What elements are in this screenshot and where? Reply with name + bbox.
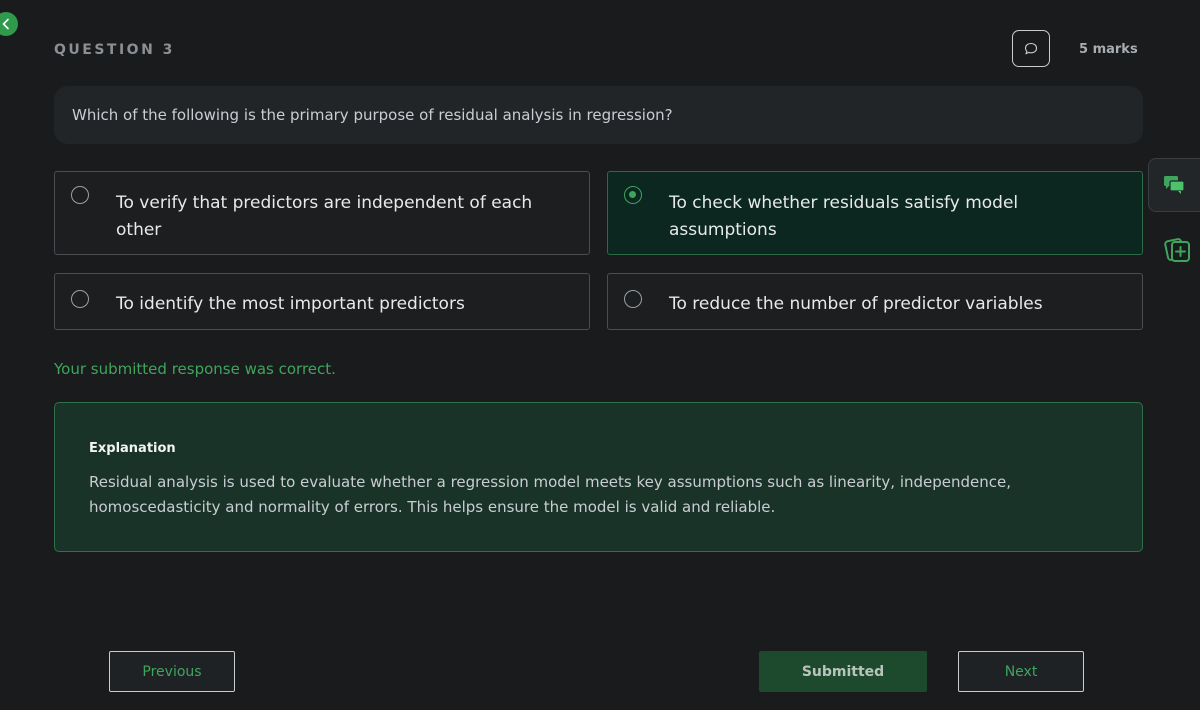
marks-label: 5 marks bbox=[1079, 42, 1138, 57]
option-d[interactable]: To reduce the number of predictor variab… bbox=[607, 273, 1143, 330]
chat-icon bbox=[1164, 176, 1185, 194]
radio-option-d[interactable] bbox=[624, 290, 642, 308]
explanation-panel: Explanation Residual analysis is used to… bbox=[54, 402, 1143, 552]
chat-button[interactable] bbox=[1148, 158, 1200, 212]
option-a[interactable]: To verify that predictors are independen… bbox=[54, 171, 590, 255]
feedback-message: Your submitted response was correct. bbox=[54, 360, 336, 378]
option-d-label: To reduce the number of predictor variab… bbox=[669, 294, 1043, 314]
previous-button[interactable]: Previous bbox=[109, 651, 235, 692]
explanation-text: Residual analysis is used to evaluate wh… bbox=[89, 473, 1011, 516]
question-text-box: Which of the following is the primary pu… bbox=[54, 86, 1143, 144]
question-text: Which of the following is the primary pu… bbox=[72, 106, 673, 124]
radio-option-a[interactable] bbox=[71, 186, 89, 204]
radio-option-b[interactable] bbox=[624, 186, 642, 204]
option-a-label: To verify that predictors are independen… bbox=[116, 193, 533, 240]
add-card-button[interactable] bbox=[1148, 222, 1200, 276]
add-card-icon bbox=[1164, 238, 1190, 262]
explanation-title: Explanation bbox=[89, 441, 176, 456]
comment-button[interactable] bbox=[1012, 30, 1050, 67]
option-c[interactable]: To identify the most important predictor… bbox=[54, 273, 590, 330]
option-c-label: To identify the most important predictor… bbox=[116, 294, 465, 314]
question-page: QUESTION 3 5 marks Which of the followin… bbox=[0, 0, 1200, 710]
question-number: QUESTION 3 bbox=[54, 42, 175, 58]
radio-option-c[interactable] bbox=[71, 290, 89, 308]
submitted-button[interactable]: Submitted bbox=[759, 651, 927, 692]
option-b-label: To check whether residuals satisfy model… bbox=[669, 193, 1019, 240]
next-button[interactable]: Next bbox=[958, 651, 1084, 692]
speech-bubble-icon bbox=[1024, 42, 1038, 54]
option-b[interactable]: To check whether residuals satisfy model… bbox=[607, 171, 1143, 255]
back-button[interactable] bbox=[0, 12, 18, 36]
chevron-left-icon bbox=[2, 18, 9, 30]
